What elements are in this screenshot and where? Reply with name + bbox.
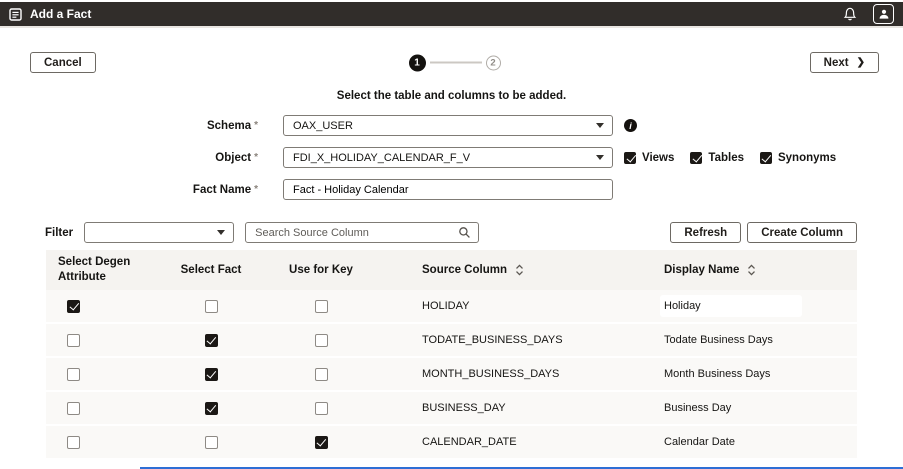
table-row: CALENDAR_DATE Calendar Date <box>46 426 857 460</box>
column-header-use-for-key: Use for Key <box>266 259 376 282</box>
object-select[interactable]: FDI_X_HOLIDAY_CALENDAR_F_V <box>283 147 613 168</box>
fact-form: Schema* OAX_USER i Object* FDI_X_HOLIDAY… <box>0 115 903 200</box>
column-header-select-degen-attribute: Select Degen Attribute <box>46 251 156 289</box>
step-caption: Select the table and columns to be added… <box>0 90 903 102</box>
tables-filter[interactable]: Tables <box>690 152 744 164</box>
table-row: BUSINESS_DAY Business Day <box>46 392 857 426</box>
fact-name-input[interactable] <box>283 179 613 200</box>
required-asterisk: * <box>254 184 258 195</box>
select-fact-checkbox[interactable] <box>205 334 218 347</box>
schema-select[interactable]: OAX_USER <box>283 115 613 136</box>
wizard-action-bar: Cancel 1 2 Next ❯ <box>30 52 879 73</box>
required-asterisk: * <box>254 120 258 131</box>
page-title: Add a Fact <box>30 7 91 21</box>
table-row: MONTH_BUSINESS_DAYS Month Business Days <box>46 358 857 392</box>
schema-row: Schema* OAX_USER i <box>0 115 903 136</box>
notifications-bell-icon[interactable] <box>843 6 857 22</box>
add-a-fact-page: Add a Fact Cancel 1 2 Next ❯ Select the … <box>0 0 903 469</box>
tables-checkbox[interactable] <box>690 152 702 164</box>
info-icon[interactable]: i <box>624 119 637 132</box>
source-column-value: CALENDAR_DATE <box>376 436 618 448</box>
step-2-indicator[interactable]: 2 <box>486 55 501 70</box>
synonyms-checkbox[interactable] <box>760 152 772 164</box>
filter-bar: Filter Refresh Create Column <box>45 222 857 243</box>
synonyms-filter[interactable]: Synonyms <box>760 152 836 164</box>
wizard-stepper: 1 2 <box>409 54 501 71</box>
display-name-value[interactable]: Todate Business Days <box>664 334 773 346</box>
source-column-value: TODATE_BUSINESS_DAYS <box>376 334 618 346</box>
select-fact-checkbox[interactable] <box>205 368 218 381</box>
select-fact-checkbox[interactable] <box>205 300 218 313</box>
column-header-select-fact: Select Fact <box>156 259 266 282</box>
object-type-filters: Views Tables Synonyms <box>624 152 836 164</box>
stepper-connector <box>430 62 482 64</box>
required-asterisk: * <box>254 152 258 163</box>
display-name-value[interactable]: Calendar Date <box>664 436 735 448</box>
fact-name-label: Fact Name* <box>0 184 258 196</box>
degen-attribute-checkbox[interactable] <box>67 436 80 449</box>
column-header-display-name[interactable]: Display Name <box>618 259 857 282</box>
degen-attribute-checkbox[interactable] <box>67 402 80 415</box>
use-for-key-checkbox[interactable] <box>315 402 328 415</box>
table-row: TODATE_BUSINESS_DAYS Todate Business Day… <box>46 324 857 358</box>
magnifier-search-icon[interactable] <box>458 226 471 242</box>
display-name-value[interactable]: Month Business Days <box>664 368 770 380</box>
select-fact-checkbox[interactable] <box>205 436 218 449</box>
select-fact-checkbox[interactable] <box>205 402 218 415</box>
bottom-left-overlay <box>0 462 140 469</box>
display-name-value[interactable]: Business Day <box>664 402 731 414</box>
use-for-key-checkbox[interactable] <box>315 436 328 449</box>
object-row: Object* FDI_X_HOLIDAY_CALENDAR_F_V Views… <box>0 147 903 168</box>
sort-icon <box>515 264 524 276</box>
form-sheet-icon <box>9 8 22 21</box>
views-filter[interactable]: Views <box>624 152 674 164</box>
filter-label: Filter <box>45 227 73 239</box>
degen-attribute-checkbox[interactable] <box>67 334 80 347</box>
synonyms-label: Synonyms <box>778 152 836 164</box>
views-checkbox[interactable] <box>624 152 636 164</box>
source-column-value: MONTH_BUSINESS_DAYS <box>376 368 618 380</box>
create-column-button[interactable]: Create Column <box>747 222 857 243</box>
display-name-value[interactable]: Holiday <box>660 295 802 317</box>
filter-select[interactable] <box>84 222 234 243</box>
use-for-key-checkbox[interactable] <box>315 300 328 313</box>
views-label: Views <box>642 152 674 164</box>
table-row: HOLIDAY Holiday <box>46 290 857 324</box>
cancel-button[interactable]: Cancel <box>30 52 96 73</box>
source-column-value: HOLIDAY <box>376 300 618 312</box>
source-column-value: BUSINESS_DAY <box>376 402 618 414</box>
use-for-key-checkbox[interactable] <box>315 368 328 381</box>
use-for-key-checkbox[interactable] <box>315 334 328 347</box>
table-header-row: Select Degen Attribute Select Fact Use f… <box>46 250 857 290</box>
fact-name-row: Fact Name* <box>0 179 903 200</box>
chevron-right-icon: ❯ <box>857 57 865 68</box>
title-bar: Add a Fact <box>0 2 903 28</box>
next-button-label: Next <box>824 57 849 69</box>
degen-attribute-checkbox[interactable] <box>67 300 80 313</box>
source-columns-table: Select Degen Attribute Select Fact Use f… <box>46 250 857 460</box>
tables-label: Tables <box>708 152 744 164</box>
degen-attribute-checkbox[interactable] <box>67 368 80 381</box>
object-label: Object* <box>0 152 258 164</box>
step-1-indicator[interactable]: 1 <box>409 54 426 71</box>
column-header-source-column[interactable]: Source Column <box>376 259 618 282</box>
refresh-button[interactable]: Refresh <box>670 222 741 243</box>
next-button[interactable]: Next ❯ <box>810 52 879 73</box>
sort-icon <box>747 264 756 276</box>
user-avatar-icon[interactable] <box>873 4 894 24</box>
search-source-column-input[interactable] <box>245 222 479 243</box>
schema-label: Schema* <box>0 120 258 132</box>
